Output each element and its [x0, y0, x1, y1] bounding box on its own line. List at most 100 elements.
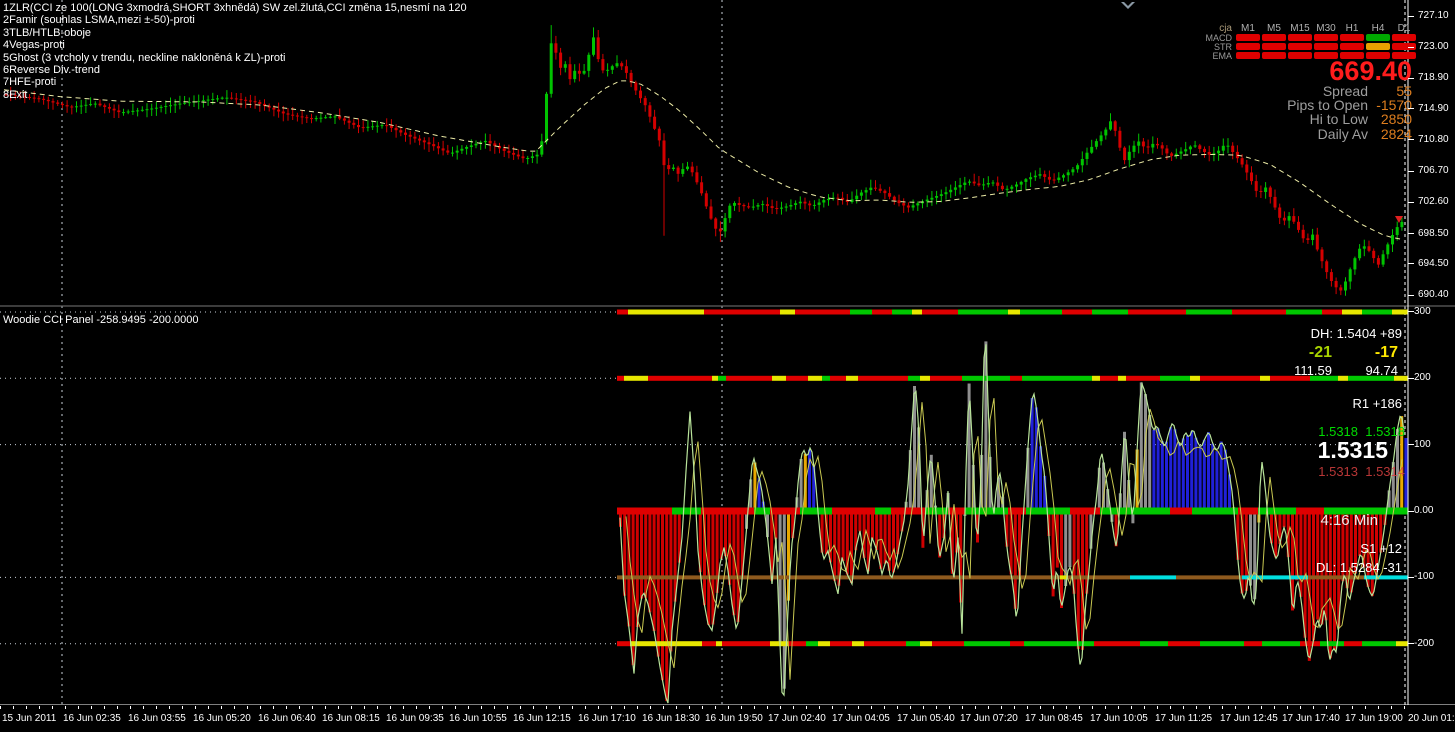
- cci-aux-value-left: 111.59: [1294, 363, 1332, 378]
- timeframe-label: M5: [1267, 23, 1281, 34]
- time-axis-label: 17 Jun 12:45: [1220, 713, 1278, 724]
- signal-cell-red: [1236, 52, 1260, 59]
- indicator-axis-label: 200: [1414, 372, 1431, 384]
- cci-signal-band: [617, 375, 1408, 381]
- quote-stats: Spread 55 Pips to Open -1570 Hi to Low 2850 Da…: [1287, 84, 1412, 141]
- time-axis[interactable]: 15 Jun 2011 16 Jun 02:35 16 Jun 03:55 16 Ju…: [0, 705, 1455, 732]
- time-axis-label: 17 Jun 11:25: [1155, 713, 1213, 724]
- stat-value: 2850: [1380, 111, 1412, 128]
- price-axis-tick: [1408, 294, 1414, 296]
- quote-stat-row: Pips to Open -1570: [1287, 98, 1412, 112]
- cci-panel-title: Woodie CCI Panel -258.9495 -200.0000: [3, 314, 199, 326]
- signal-cell-red: [1392, 34, 1416, 41]
- signal-cell-red: [1288, 43, 1312, 50]
- time-axis-label: 16 Jun 03:55: [128, 713, 186, 724]
- daily-high-readout: DH: 1.5404 +89: [1310, 326, 1402, 341]
- time-axis-label: 16 Jun 08:15: [322, 713, 380, 724]
- timeframe-label: H4: [1371, 23, 1385, 34]
- time-axis-label: 16 Jun 12:15: [513, 713, 571, 724]
- current-price: 669.40: [1329, 56, 1412, 86]
- time-axis-label: 17 Jun 05:40: [897, 713, 955, 724]
- time-axis-label: 17 Jun 17:40: [1282, 713, 1340, 724]
- strategy-note-line: 6Reverse Div.-trend: [3, 64, 100, 77]
- strategy-note-line: 7HFE-proti: [3, 76, 57, 89]
- quote-block: 669.40 Spread 55 Pips to Open -1570 Hi to Lo…: [1287, 58, 1412, 141]
- signal-cell-green: [1366, 34, 1390, 41]
- indicator-axis-label: -200: [1414, 637, 1435, 649]
- strategy-notes: 1ZLR(CCI ze 100(LONG 3xmodrá,SHORT 3xhně…: [3, 2, 467, 101]
- time-axis-label: 20 Jun 01:40: [1408, 713, 1455, 724]
- pivot-s1-readout: S1 +12: [1360, 541, 1402, 556]
- price-axis-label: 698.50: [1418, 227, 1449, 239]
- indicator-axis-label: -100: [1414, 571, 1435, 583]
- time-axis-label: 15 Jun 2011: [2, 713, 57, 724]
- signal-cell-red: [1340, 34, 1364, 41]
- signal-cell-red: [1288, 34, 1312, 41]
- stat-label: Daily Av: [1317, 125, 1368, 142]
- time-axis-label: 16 Jun 19:50: [705, 713, 763, 724]
- price-axis-label: 690.40: [1418, 289, 1449, 301]
- cci-histogram-layer: [619, 341, 1408, 701]
- time-axis-label: 16 Jun 09:35: [386, 713, 444, 724]
- mt4-chart-window: 1ZLR(CCI ze 100(LONG 3xmodrá,SHORT 3xhně…: [0, 0, 1455, 732]
- cci-now-value: -21: [1308, 344, 1332, 361]
- price-axis-label: 694.50: [1418, 257, 1449, 269]
- quote-stat-row: Hi to Low 2850: [1287, 112, 1412, 126]
- timeframe-label: H1: [1345, 23, 1359, 34]
- time-axis-label: 17 Jun 07:20: [960, 713, 1018, 724]
- daily-low-readout: DL: 1.5284 -31: [1315, 560, 1402, 575]
- tcci-now-value: -17: [1374, 344, 1398, 361]
- price-axis-label: 723.00: [1418, 41, 1449, 53]
- price-axis-tick: [1408, 233, 1414, 234]
- timeframe-label: M1: [1241, 23, 1255, 34]
- pivot-r1-readout: R1 +186: [1352, 396, 1402, 411]
- cci-signal-band: [617, 641, 1408, 647]
- time-axis-label: 17 Jun 08:45: [1025, 713, 1083, 724]
- chart-canvas[interactable]: [0, 0, 1455, 732]
- time-axis-label: 16 Jun 05:20: [193, 713, 251, 724]
- time-axis-label: 16 Jun 02:35: [63, 713, 121, 724]
- strategy-note-line: 3TLB/HTLB-oboje: [3, 26, 92, 39]
- price-axis-label: 710.80: [1418, 133, 1449, 145]
- price-axis-tick: [1408, 263, 1414, 265]
- price-axis-label: 706.70: [1418, 165, 1449, 177]
- strategy-note-line: 5Ghost (3 vrcholy v trendu, neckline nak…: [3, 51, 286, 64]
- strategy-note-line: 2Famir (souhlas LSMA,mezi ±-50)-proti: [3, 14, 195, 27]
- signal-cell-red: [1262, 43, 1286, 50]
- signal-cell-red: [1340, 43, 1364, 50]
- signal-cell-red: [1236, 34, 1260, 41]
- price-axis-tick: [1408, 77, 1414, 79]
- stat-value: 55: [1396, 83, 1412, 99]
- quote-stat-row: Spread 55: [1287, 84, 1412, 98]
- price-axis-tick: [1408, 108, 1414, 110]
- price-axis-tick: [1408, 139, 1414, 141]
- price-axis-tick: [1408, 46, 1414, 48]
- indicator-axis-label: 100: [1414, 438, 1431, 450]
- signal-cell-yellow: [1366, 43, 1390, 50]
- signal-cell-red: [1314, 43, 1338, 50]
- cci-aux-value-right: 94.74: [1365, 363, 1398, 378]
- signal-cell-red: [1262, 34, 1286, 41]
- indicator-axis-label: 0.00: [1414, 505, 1434, 516]
- strategy-note-line: 4Vegas-proti: [3, 39, 65, 52]
- time-axis-label: 16 Jun 18:30: [642, 713, 700, 724]
- price-axis-label: 702.60: [1418, 196, 1449, 208]
- bid-pair-readout: 1.5313 1.5314: [1318, 464, 1405, 479]
- cci-signal-band: [617, 507, 1408, 515]
- stat-value: 2824: [1380, 125, 1412, 142]
- current-quote-big: 1.5315: [1317, 437, 1388, 463]
- signal-cell-red: [1236, 43, 1260, 50]
- time-axis-label: 16 Jun 10:55: [449, 713, 507, 724]
- price-axis-label: 727.10: [1418, 10, 1449, 21]
- price-axis-tick: [1408, 170, 1414, 172]
- timeframe-label: M30: [1316, 23, 1336, 34]
- price-axis-tick: [1408, 201, 1414, 203]
- time-axis-label: 16 Jun 06:40: [258, 713, 316, 724]
- multi-timeframe-signal-panel: cja M1 M5 M15 M30 H1 H4 D1 MACD STR EMA: [1186, 23, 1418, 61]
- timeframe-label: D1: [1397, 23, 1411, 34]
- cci-signal-band: [617, 309, 1408, 315]
- bar-countdown-timer: 4:16 Min: [1320, 512, 1378, 529]
- timeframe-label: M15: [1290, 23, 1310, 34]
- alert-arrow-icon: [1121, 2, 1135, 9]
- time-axis-label: 17 Jun 02:40: [768, 713, 826, 724]
